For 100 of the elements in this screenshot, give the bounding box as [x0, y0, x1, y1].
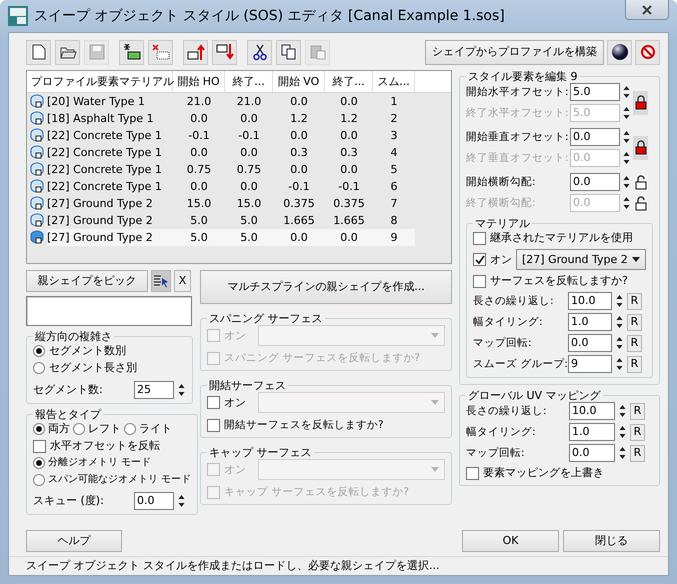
table-cell-text: [22] Concrete Type 1 — [47, 145, 163, 161]
checkbox[interactable] — [473, 253, 486, 266]
toolbar-button[interactable] — [119, 40, 144, 64]
radio-button[interactable] — [33, 362, 45, 374]
lock-button[interactable] — [633, 90, 648, 114]
number-field[interactable]: 10.0 — [569, 402, 615, 420]
reset-button[interactable]: R — [630, 402, 645, 420]
group-title: 報告とタイプ — [34, 408, 102, 421]
table-cell-text: 0.0 — [339, 128, 359, 144]
radio-button[interactable] — [33, 457, 45, 469]
table-cell-text: 21.0 — [236, 94, 262, 110]
checkbox-label: サーフェスを反転しますか? — [490, 274, 628, 288]
toolbar-button[interactable] — [148, 40, 173, 64]
checkbox[interactable] — [466, 466, 479, 480]
lock-button[interactable] — [633, 173, 648, 191]
ok-button[interactable]: OK — [462, 530, 559, 552]
column-header[interactable]: 終了... — [325, 71, 373, 92]
reset-button[interactable]: R — [627, 314, 642, 330]
number-field[interactable]: 25 — [134, 381, 174, 399]
radio-button[interactable] — [33, 423, 45, 435]
number-field[interactable]: 0.0 — [569, 444, 615, 462]
number-field[interactable]: 10.0 — [568, 292, 612, 310]
checkbox-label: 水平オフセットを反転 — [50, 439, 160, 453]
table-cell-text: 0.3 — [339, 145, 359, 161]
table-cell-text: 1.665 — [332, 213, 366, 229]
toolbar-button[interactable] — [212, 40, 237, 64]
paste-icon — [308, 43, 326, 61]
checkbox[interactable] — [207, 418, 220, 432]
build-profile-button[interactable]: シェイプからプロファイルを構築 — [425, 40, 604, 64]
column-header[interactable]: プロファイル要素マテリアル — [27, 71, 173, 92]
number-field[interactable]: 1.0 — [568, 313, 612, 331]
number-field[interactable]: 0.0 — [570, 173, 620, 191]
column-header[interactable]: スム... — [373, 71, 415, 92]
checkbox[interactable] — [207, 396, 220, 409]
material-dropdown[interactable]: [27] Ground Type 2 — [516, 249, 646, 270]
toolbar-button[interactable] — [247, 40, 272, 64]
toolbar-button[interactable] — [183, 40, 208, 64]
toolbar-button[interactable] — [55, 40, 80, 64]
table-cell-text: [20] Water Type 1 — [47, 94, 146, 110]
group-title: キャップ サーフェス — [208, 446, 312, 459]
checkbox-label: オン — [224, 328, 246, 342]
caret-icon — [431, 467, 439, 472]
field-label: 開始横断勾配: — [466, 176, 537, 188]
app-logo-icon — [8, 6, 28, 26]
reset-button[interactable]: R — [627, 292, 642, 310]
checkbox[interactable] — [33, 440, 46, 452]
lock-button[interactable] — [633, 194, 648, 212]
column-header[interactable]: 終了... — [225, 71, 273, 92]
number-field[interactable]: 0.0 — [570, 128, 620, 146]
radio-button[interactable] — [33, 474, 45, 486]
toolbar-button[interactable] — [607, 40, 632, 64]
number-field[interactable]: 0.0 — [568, 334, 612, 352]
column-header[interactable]: 開始 VO — [273, 71, 325, 92]
reset-button[interactable]: R — [627, 356, 642, 372]
table-cell-text: 3 — [390, 128, 398, 144]
table-cell-text: 15.0 — [186, 196, 212, 212]
parent-shape-field[interactable] — [26, 296, 192, 326]
status-bar: スイープ オブジェクト スタイルを作成またはロードし、必要な親シェイプを選択... — [9, 556, 668, 575]
column-header[interactable]: 開始 HO — [173, 71, 225, 92]
checkbox-label: 継承されたマテリアルを使用 — [490, 231, 633, 245]
checkbox-label: オン — [224, 462, 246, 476]
close-dialog-button[interactable]: 閉じる — [563, 530, 660, 552]
pick-parent-button[interactable]: 親シェイプをピック — [26, 270, 148, 292]
table-cell-text: 0.0 — [239, 145, 259, 161]
field-label: 幅タイリング: — [473, 316, 544, 328]
field-label: 開始水平オフセット: — [466, 86, 568, 98]
toolbar-button[interactable] — [276, 40, 301, 64]
lock-button[interactable] — [633, 136, 648, 160]
number-field[interactable]: 0.0 — [134, 492, 174, 510]
table-cell-text: 21.0 — [186, 94, 212, 110]
clear-button[interactable]: X — [174, 270, 191, 292]
help-button[interactable]: ヘルプ — [26, 530, 122, 552]
table-cell: 0.0 — [325, 229, 373, 246]
sphere-icon — [610, 43, 628, 61]
pick-cursor-button[interactable] — [151, 270, 171, 292]
add-row-icon — [122, 43, 140, 61]
reset-button[interactable]: R — [627, 334, 642, 352]
close-button[interactable] — [625, 0, 669, 20]
radio-button[interactable] — [73, 423, 85, 435]
number-field[interactable]: 9 — [568, 355, 612, 373]
checkbox[interactable] — [473, 274, 486, 288]
field-label: マップ回転: — [466, 446, 526, 460]
create-multispline-button[interactable]: マルチスプラインの親シェイプを作成... — [200, 270, 452, 304]
radio-button[interactable] — [124, 423, 136, 435]
group-title: グローバル UV マッピング — [467, 389, 602, 402]
radio-label: レフト — [88, 422, 121, 436]
reset-button[interactable]: R — [630, 444, 645, 462]
checkbox[interactable] — [473, 232, 486, 244]
table-cell-text: [22] Concrete Type 1 — [47, 162, 163, 178]
number-field[interactable]: 5.0 — [570, 83, 620, 101]
reset-button[interactable]: R — [630, 424, 645, 440]
table-cell-text: 0.375 — [282, 196, 316, 212]
toolbar-button[interactable] — [26, 40, 51, 64]
radio-button[interactable] — [33, 345, 45, 357]
scissors-icon — [250, 43, 268, 61]
table-cell: [27] Ground Type 2 — [47, 229, 173, 246]
table-cell-text: 0.0 — [239, 111, 259, 127]
new-document-icon — [30, 43, 48, 61]
radio-label: 両方 — [48, 422, 70, 436]
number-field[interactable]: 1.0 — [569, 423, 615, 441]
